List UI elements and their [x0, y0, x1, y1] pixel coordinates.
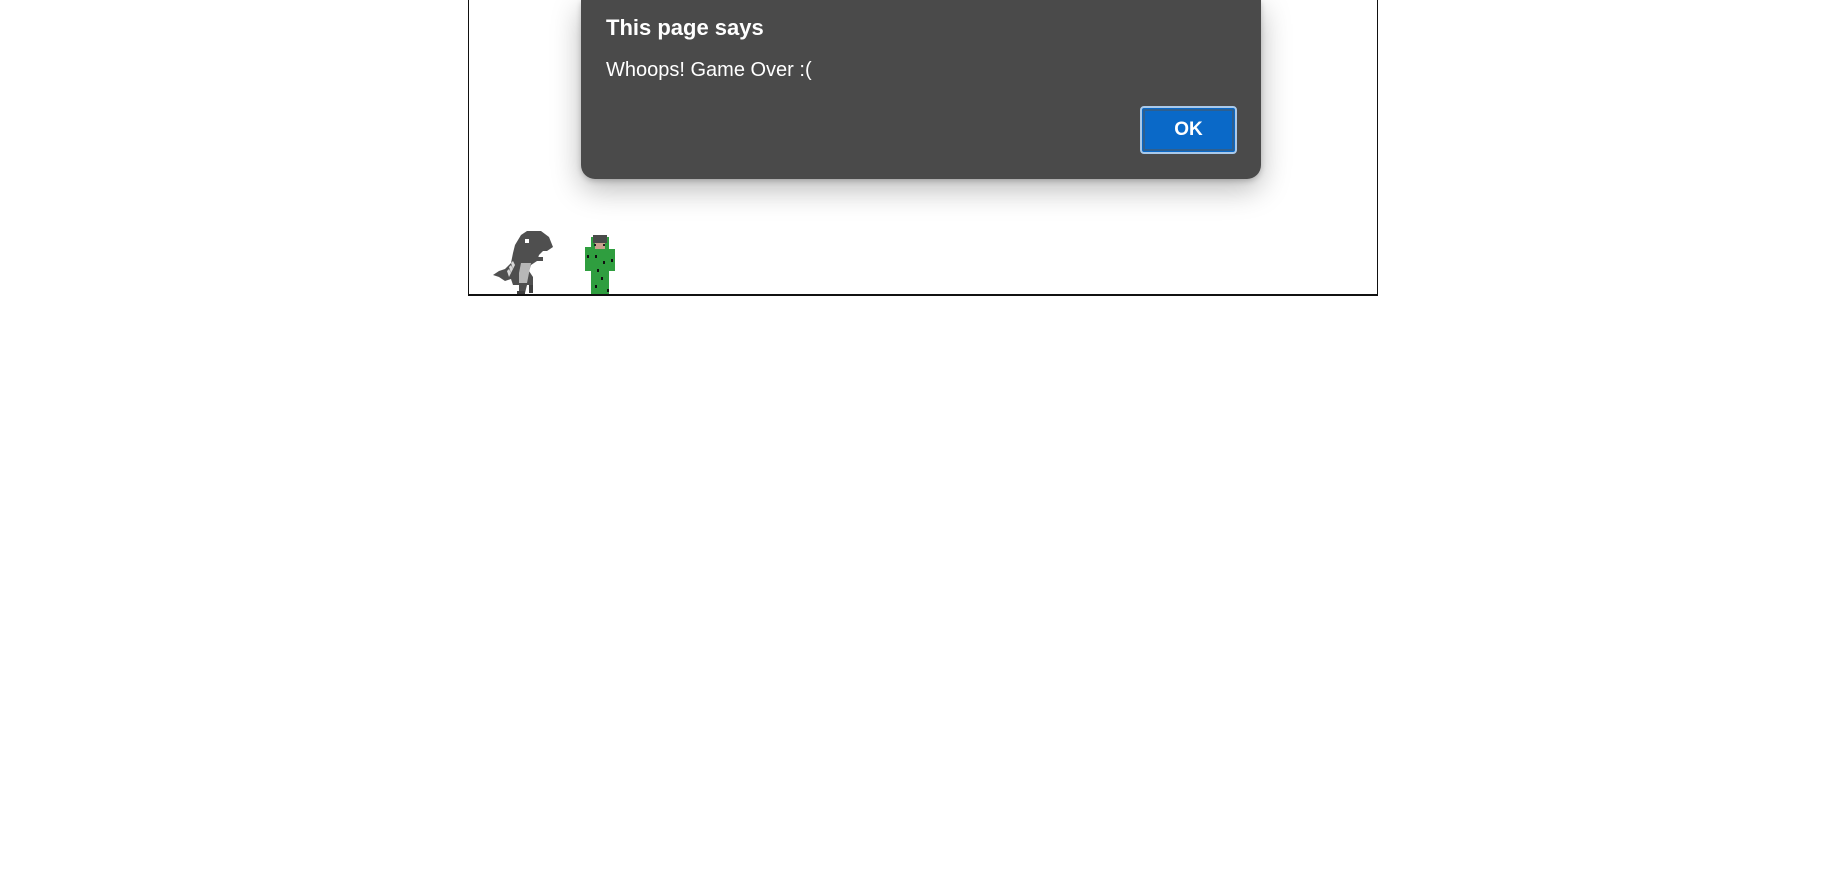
alert-dialog: This page says Whoops! Game Over :( OK: [581, 0, 1261, 179]
ground-line: [469, 294, 1377, 295]
cactus-sprite: [585, 235, 615, 295]
dino-sprite: [493, 231, 553, 295]
ok-button[interactable]: OK: [1140, 106, 1237, 154]
dialog-message: Whoops! Game Over :(: [606, 59, 812, 81]
dialog-title: This page says: [606, 15, 764, 40]
